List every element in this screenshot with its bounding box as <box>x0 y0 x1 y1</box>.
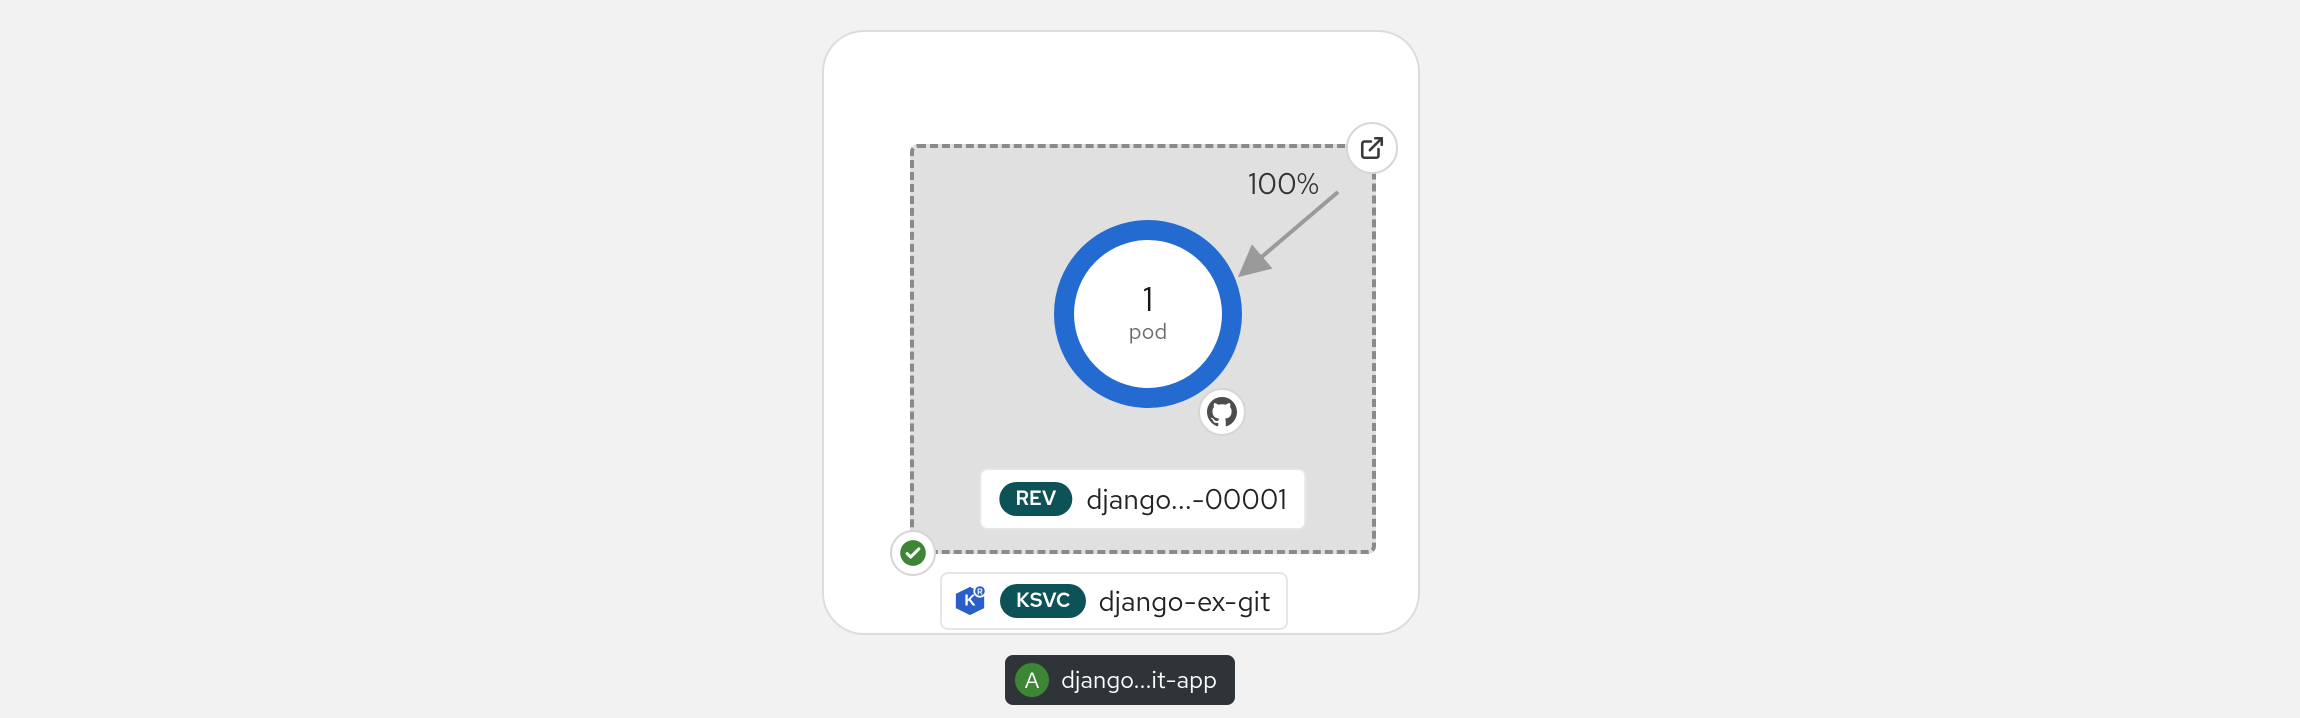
github-icon <box>1207 397 1237 427</box>
external-link-icon <box>1359 135 1385 161</box>
revision-group[interactable]: 100% 1 pod REV django...-00001 <box>910 144 1376 554</box>
source-decorator[interactable] <box>1198 388 1246 436</box>
revision-name: django...-00001 <box>1086 480 1287 518</box>
revision-kind-tag: REV <box>999 482 1072 516</box>
revision-label[interactable]: REV django...-00001 <box>979 468 1306 530</box>
knative-service-card[interactable]: 100% 1 pod REV django...-00001 <box>822 30 1420 635</box>
route-decorator[interactable] <box>1346 122 1398 174</box>
application-label[interactable]: A django...it-app <box>1005 655 1235 705</box>
application-badge: A <box>1015 663 1049 697</box>
knative-icon: K R <box>952 583 988 619</box>
traffic-percent: 100% <box>1248 164 1319 204</box>
service-name: django-ex-git <box>1098 582 1270 620</box>
application-name: django...it-app <box>1061 665 1217 696</box>
pod-count: 1 <box>1143 283 1153 317</box>
service-label[interactable]: K R KSVC django-ex-git <box>940 572 1288 630</box>
pod-label: pod <box>1129 317 1167 346</box>
check-icon <box>899 539 927 567</box>
status-indicator <box>890 530 936 576</box>
pod-donut[interactable]: 1 pod <box>1054 220 1242 408</box>
service-kind-tag: KSVC <box>1000 584 1086 618</box>
svg-text:R: R <box>977 587 983 596</box>
